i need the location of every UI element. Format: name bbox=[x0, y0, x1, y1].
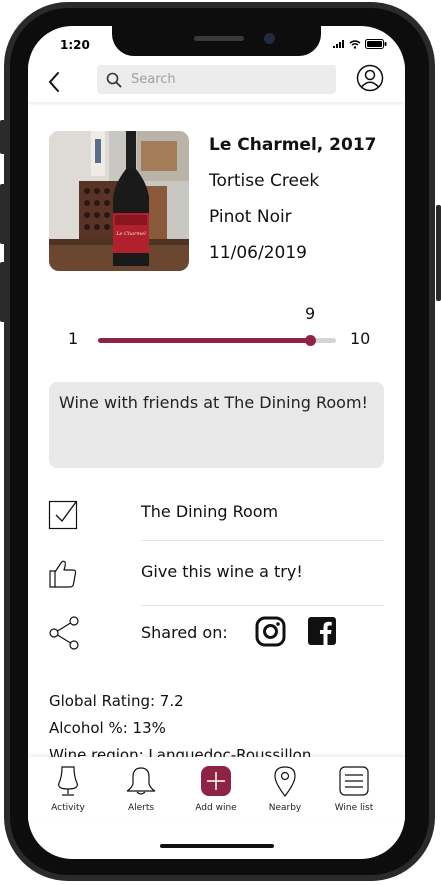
wine-producer: Tortise Creek bbox=[209, 171, 320, 191]
search-bar[interactable] bbox=[97, 65, 336, 94]
tasting-note-box[interactable]: Wine with friends at The Dining Room! bbox=[49, 382, 384, 468]
wine-info: Le Charmel, 2017 Tortise Creek Pinot Noi… bbox=[209, 133, 376, 277]
thumbs-up-icon bbox=[49, 560, 77, 588]
tasting-note-text: Wine with friends at The Dining Room! bbox=[59, 393, 368, 412]
notch bbox=[112, 26, 321, 56]
search-icon bbox=[106, 72, 122, 88]
location-label: The Dining Room bbox=[141, 502, 279, 521]
nav-activity-label: Activity bbox=[51, 803, 85, 813]
rating-slider-track[interactable] bbox=[98, 335, 336, 346]
share-icon[interactable] bbox=[48, 616, 80, 650]
wine-varietal: Pinot Noir bbox=[209, 207, 292, 227]
wifi-icon bbox=[349, 39, 361, 49]
global-rating-text: Global Rating: 7.2 bbox=[49, 692, 184, 710]
user-circle-icon[interactable] bbox=[356, 64, 384, 92]
nav-activity[interactable]: Activity bbox=[38, 765, 98, 813]
volume-up-button bbox=[0, 184, 5, 244]
cellular-signal-icon bbox=[333, 40, 344, 48]
search-input[interactable] bbox=[131, 69, 321, 90]
nav-add-wine[interactable]: Add wine bbox=[186, 765, 246, 813]
share-row: Shared on: bbox=[28, 612, 405, 668]
wine-photo: Le Charmel bbox=[49, 131, 189, 271]
rating-value: 9 bbox=[305, 304, 316, 323]
bottom-nav: Activity Alerts Add wine Nearby Wine lis… bbox=[28, 757, 405, 821]
nav-wine-list[interactable]: Wine list bbox=[324, 765, 384, 813]
status-icons bbox=[333, 39, 387, 49]
mute-switch bbox=[0, 120, 5, 154]
checkbox-icon bbox=[48, 500, 78, 530]
row-divider bbox=[141, 605, 384, 606]
rating-min-label: 1 bbox=[68, 329, 79, 348]
nav-nearby[interactable]: Nearby bbox=[255, 765, 315, 813]
rating-max-label: 10 bbox=[350, 329, 371, 348]
nav-wine-list-label: Wine list bbox=[334, 803, 374, 813]
chevron-left-icon[interactable] bbox=[44, 67, 64, 97]
recommend-row[interactable]: Give this wine a try! bbox=[28, 550, 405, 606]
shared-on-label: Shared on: bbox=[141, 623, 228, 642]
rating-slider-fill bbox=[98, 338, 310, 343]
map-pin-icon bbox=[274, 766, 296, 797]
row-divider bbox=[141, 540, 384, 541]
power-button bbox=[436, 205, 441, 301]
rating-slider-section: 9 1 10 bbox=[28, 304, 405, 364]
top-bar bbox=[28, 62, 405, 102]
wine-date: 11/06/2019 bbox=[209, 243, 307, 263]
bell-icon bbox=[126, 767, 156, 795]
phone-frame: 1:20 Search Le Charmel Le Charmel, 2017 … bbox=[0, 0, 441, 885]
status-time: 1:20 bbox=[60, 38, 90, 52]
recommend-label: Give this wine a try! bbox=[141, 562, 303, 581]
volume-down-button bbox=[0, 262, 5, 322]
nav-nearby-label: Nearby bbox=[268, 803, 302, 813]
svg-text:Le Charmel: Le Charmel bbox=[115, 231, 146, 237]
nav-add-wine-label: Add wine bbox=[195, 803, 237, 813]
nav-alerts[interactable]: Alerts bbox=[111, 765, 171, 813]
instagram-icon[interactable] bbox=[255, 616, 286, 647]
wine-name: Le Charmel, 2017 bbox=[209, 135, 377, 155]
battery-icon bbox=[365, 39, 387, 49]
add-icon bbox=[201, 766, 231, 796]
location-row[interactable]: The Dining Room bbox=[28, 490, 405, 546]
nav-alerts-label: Alerts bbox=[127, 803, 155, 813]
alcohol-text: Alcohol %: 13% bbox=[49, 719, 166, 737]
screen: 1:20 Search Le Charmel Le Charmel, 2017 … bbox=[28, 26, 405, 859]
wine-glass-icon bbox=[58, 766, 78, 796]
list-icon bbox=[339, 766, 369, 796]
front-camera bbox=[264, 33, 275, 44]
speaker-grille bbox=[194, 36, 244, 41]
facebook-icon[interactable] bbox=[308, 617, 336, 645]
rating-slider-thumb[interactable] bbox=[305, 335, 316, 346]
wine-bottle-image: Le Charmel bbox=[49, 131, 189, 271]
home-indicator[interactable] bbox=[160, 844, 274, 848]
